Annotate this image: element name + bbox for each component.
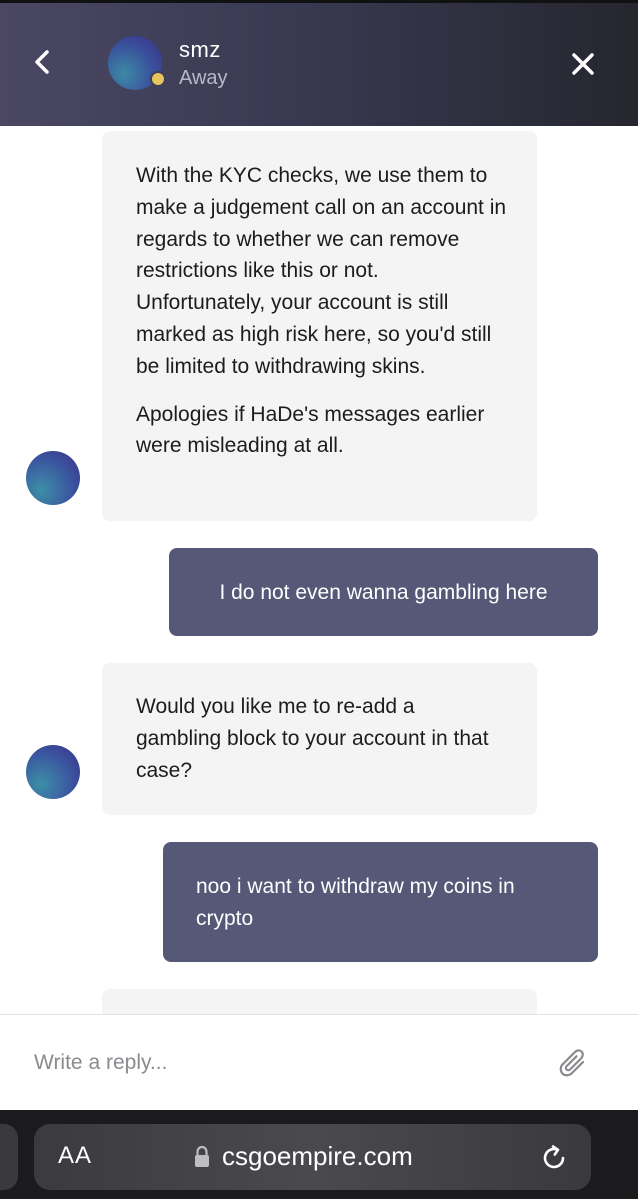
lock-icon	[195, 1145, 209, 1167]
user-message: noo i want to withdraw my coins in crypt…	[163, 842, 598, 962]
message-list[interactable]: With the KYC checks, we use them to make…	[0, 126, 638, 1014]
text-size-label: AA	[58, 1142, 93, 1169]
presence-indicator	[150, 71, 166, 87]
message-paragraph: With the KYC checks, we use them to make…	[136, 164, 507, 378]
attach-button[interactable]	[556, 1045, 592, 1085]
message-text: I do not even wanna gambling here	[219, 581, 548, 604]
url-text: csgoempire.com	[222, 1141, 413, 1171]
text-size-button[interactable]: AA	[58, 1142, 92, 1172]
agent-message: With the KYC checks, we use them to make…	[102, 131, 537, 521]
message-paragraph: Apologies if HaDe's messages earlier wer…	[136, 402, 485, 458]
message-text: noo i want to withdraw my coins in crypt…	[196, 875, 515, 930]
chevron-left-icon	[35, 50, 49, 74]
agent-message-avatar	[26, 451, 80, 505]
message-text: Would you like me to re-add a gambling b…	[136, 695, 489, 782]
agent-message: Would you like me to re-add a gambling b…	[102, 663, 537, 815]
close-icon	[572, 53, 594, 75]
reload-button[interactable]	[538, 1142, 570, 1174]
user-message: I do not even wanna gambling here	[169, 548, 598, 636]
agent-status: Away	[179, 67, 228, 89]
browser-toolbar: AA csgoempire.com	[0, 1110, 638, 1199]
previous-tab-preview[interactable]	[0, 1124, 18, 1190]
agent-name: smz	[179, 37, 221, 62]
reply-bar	[0, 1014, 638, 1110]
chat-header: smz Away	[0, 0, 638, 126]
chat-widget: smz Away With the KYC checks, we use the…	[0, 0, 638, 1199]
reply-input[interactable]	[20, 1039, 568, 1087]
close-button[interactable]	[563, 44, 603, 84]
reload-icon	[543, 1145, 565, 1169]
back-button[interactable]	[22, 42, 62, 82]
header-top-border	[0, 0, 638, 3]
agent-message-partial	[102, 989, 537, 1014]
agent-message-avatar	[26, 745, 80, 799]
paperclip-icon	[559, 1049, 585, 1077]
